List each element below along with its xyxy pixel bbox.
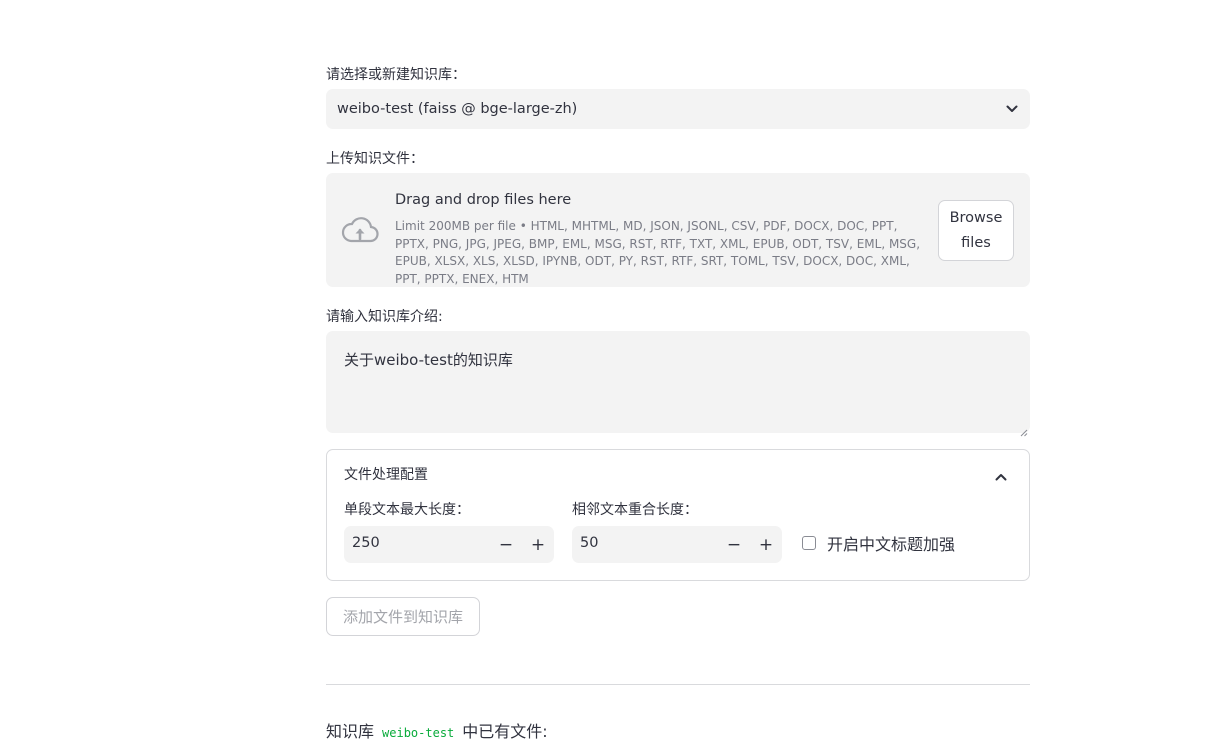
max-length-decrement-button[interactable]: − xyxy=(493,532,519,558)
kb-intro-value: 关于weibo-test的知识库 xyxy=(344,351,513,369)
uploader-label: 上传知识文件： xyxy=(326,151,424,167)
overlap-length-increment-button[interactable]: + xyxy=(753,532,779,558)
file-processing-expander: 文件处理配置 单段文本最大长度： 250 − + 相邻文本重合长度： 50 − … xyxy=(326,449,1030,581)
max-length-input[interactable]: 250 − + xyxy=(344,526,554,563)
dropzone-limit-text: Limit 200MB per file • HTML, MHTML, MD, … xyxy=(395,219,921,286)
zh-title-enhance-label: 开启中文标题加强 xyxy=(827,535,956,554)
file-dropzone[interactable]: Drag and drop files here Limit 200MB per… xyxy=(326,173,1030,287)
max-length-value: 250 xyxy=(352,535,380,551)
kb-select[interactable]: weibo-test (faiss @ bge-large-zh) xyxy=(326,89,1030,129)
overlap-length-label: 相邻文本重合长度： xyxy=(572,502,698,518)
zh-title-enhance-toggle[interactable]: 开启中文标题加强 xyxy=(802,531,955,555)
existing-files-heading: 知识库 weibo-test 中已有文件: xyxy=(326,718,548,742)
max-length-label: 单段文本最大长度： xyxy=(344,502,470,518)
overlap-length-value: 50 xyxy=(580,535,599,551)
existing-files-prefix: 知识库 xyxy=(326,722,375,741)
intro-label: 请输入知识库介绍: xyxy=(326,309,443,325)
kb-select-value: weibo-test (faiss @ bge-large-zh) xyxy=(337,101,578,117)
kb-select-label: 请选择或新建知识库： xyxy=(326,67,466,83)
expander-title[interactable]: 文件处理配置 xyxy=(344,464,428,484)
dropzone-title: Drag and drop files here xyxy=(395,192,572,208)
overlap-length-input[interactable]: 50 − + xyxy=(572,526,782,563)
kb-name-code: weibo-test xyxy=(382,726,455,740)
add-files-button[interactable]: 添加文件到知识库 xyxy=(326,597,480,636)
overlap-length-decrement-button[interactable]: − xyxy=(721,532,747,558)
resize-handle-icon[interactable] xyxy=(1020,423,1028,437)
divider xyxy=(326,684,1030,685)
browse-files-button[interactable]: Browse files xyxy=(938,200,1014,261)
cloud-upload-icon xyxy=(341,215,379,245)
existing-files-suffix: 中已有文件: xyxy=(462,722,548,741)
kb-intro-textarea[interactable]: 关于weibo-test的知识库 xyxy=(326,331,1030,437)
chevron-down-icon xyxy=(1005,102,1019,116)
max-length-increment-button[interactable]: + xyxy=(525,532,551,558)
zh-title-enhance-checkbox[interactable] xyxy=(802,536,816,550)
chevron-up-icon[interactable] xyxy=(995,466,1009,481)
